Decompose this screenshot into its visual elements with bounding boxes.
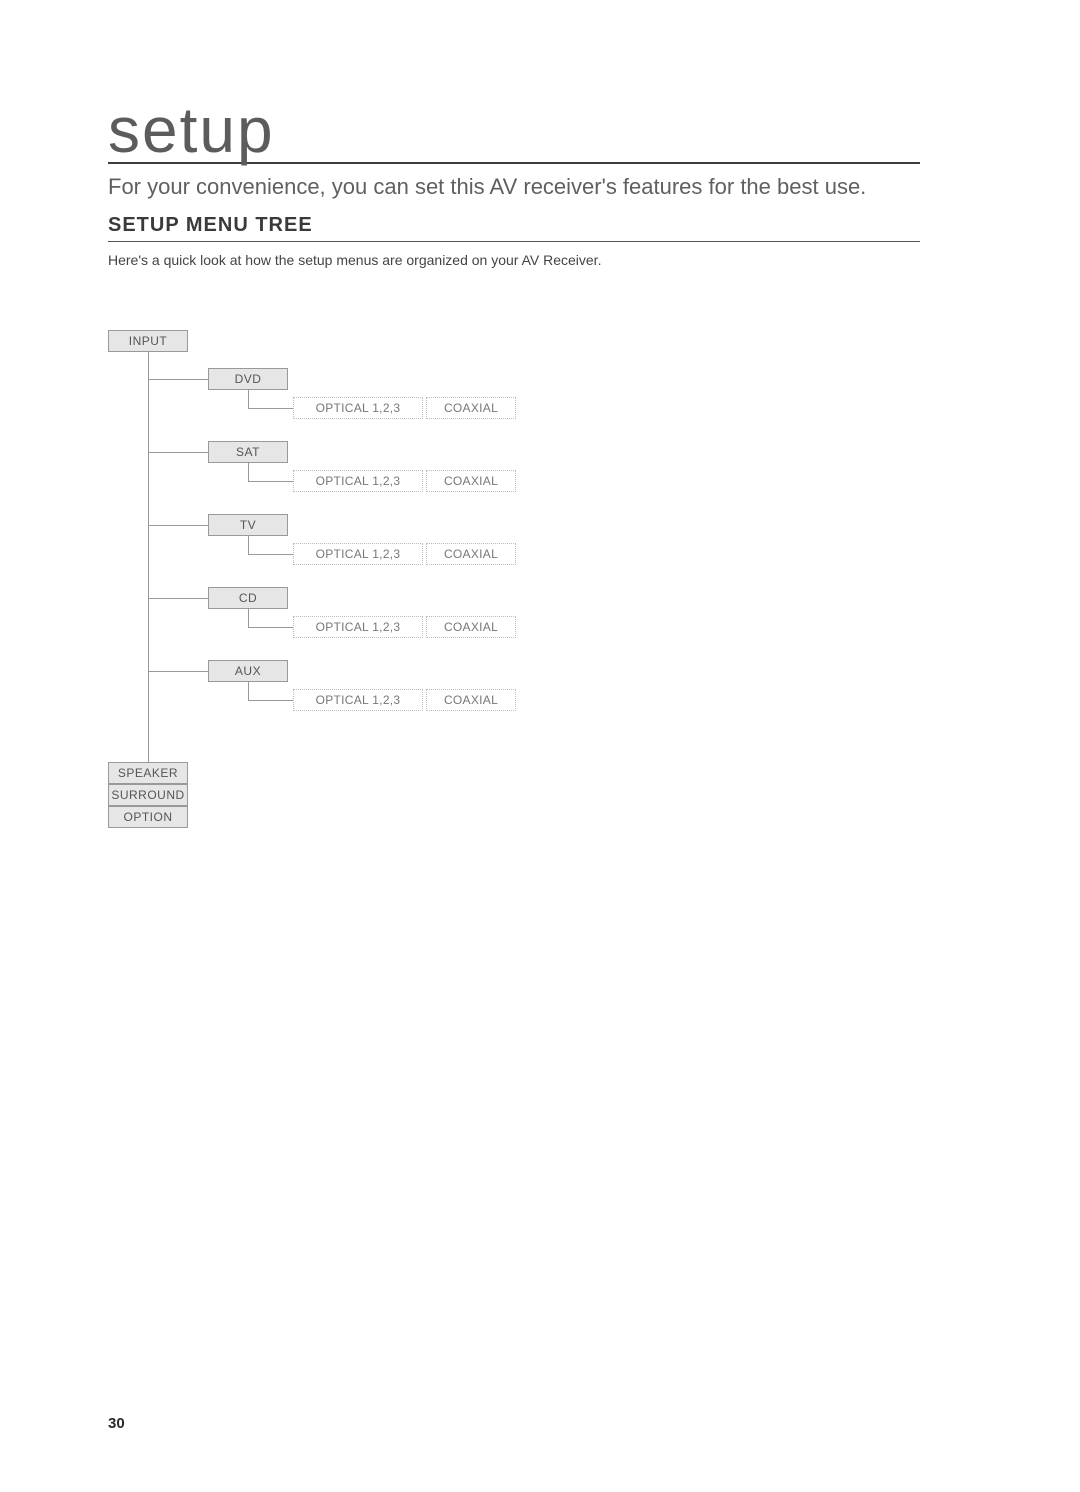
tree-leaf-optical: OPTICAL 1,2,3 (293, 543, 423, 565)
intro-text: For your convenience, you can set this A… (108, 174, 920, 200)
tree-leaf-optical: OPTICAL 1,2,3 (293, 616, 423, 638)
page-title: setup (108, 98, 920, 164)
tree-connector (148, 598, 208, 599)
tree-leaf-coaxial: COAXIAL (426, 470, 516, 492)
section-heading: SETUP MENU TREE (108, 214, 920, 242)
tree-leaf-coaxial: COAXIAL (426, 397, 516, 419)
tree-leaf-coaxial: COAXIAL (426, 616, 516, 638)
tree-node-dvd: DVD (208, 368, 288, 390)
tree-node-sat: SAT (208, 441, 288, 463)
tree-connector (248, 390, 249, 408)
tree-node-option: OPTION (108, 806, 188, 828)
tree-leaf-coaxial: COAXIAL (426, 689, 516, 711)
tree-node-cd: CD (208, 587, 288, 609)
tree-leaf-optical: OPTICAL 1,2,3 (293, 397, 423, 419)
tree-connector (248, 627, 293, 628)
tree-connector (248, 481, 293, 482)
tree-node-surround: SURROUND (108, 784, 188, 806)
tree-connector (248, 609, 249, 627)
tree-node-tv: TV (208, 514, 288, 536)
tree-connector (248, 554, 293, 555)
tree-node-aux: AUX (208, 660, 288, 682)
tree-leaf-optical: OPTICAL 1,2,3 (293, 470, 423, 492)
tree-connector (248, 408, 293, 409)
section-subtext: Here's a quick look at how the setup men… (108, 252, 920, 268)
tree-connector (248, 700, 293, 701)
tree-connector (248, 536, 249, 554)
tree-node-speaker: SPEAKER (108, 762, 188, 784)
tree-connector (248, 463, 249, 481)
tree-connector (148, 452, 208, 453)
tree-connector (248, 682, 249, 700)
setup-menu-tree-diagram: INPUT DVD OPTICAL 1,2,3 COAXIAL SAT OPTI… (108, 330, 538, 840)
tree-leaf-coaxial: COAXIAL (426, 543, 516, 565)
tree-connector (148, 525, 208, 526)
tree-connector (148, 352, 149, 762)
tree-node-input: INPUT (108, 330, 188, 352)
tree-connector (148, 671, 208, 672)
tree-connector (148, 379, 208, 380)
page-number: 30 (108, 1415, 125, 1432)
manual-page: setup For your convenience, you can set … (0, 0, 1080, 1492)
tree-leaf-optical: OPTICAL 1,2,3 (293, 689, 423, 711)
